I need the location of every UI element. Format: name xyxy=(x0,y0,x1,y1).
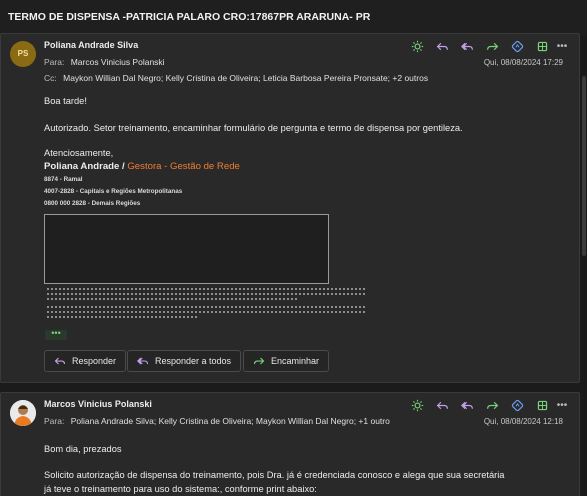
reply-icon xyxy=(54,357,66,365)
reply-icon[interactable] xyxy=(430,38,454,54)
disclaimer-text xyxy=(47,316,197,319)
signature-role: Gestora - Gestão de Rede xyxy=(127,161,240,172)
signature-line: Poliana Andrade / Gestora - Gestão de Re… xyxy=(44,161,240,172)
to-line: Para: Poliana Andrade Silva; Kelly Crist… xyxy=(44,416,390,426)
more-icon[interactable]: ••• xyxy=(555,38,569,54)
reply-all-icon[interactable] xyxy=(455,38,479,54)
disclaimer-text xyxy=(47,298,297,301)
apps-icon[interactable] xyxy=(530,38,554,54)
greeting-text: Boa tarde! xyxy=(44,96,87,106)
body-text: já teve o treinamento para uso do sistem… xyxy=(44,484,317,494)
sender-name[interactable]: Poliana Andrade Silva xyxy=(44,40,138,50)
summarize-icon[interactable] xyxy=(405,397,429,413)
to-label: Para: xyxy=(44,57,65,67)
summarize-icon[interactable] xyxy=(405,38,429,54)
closing-text: Atenciosamente, xyxy=(44,148,114,158)
greeting-text: Bom dia, prezados xyxy=(44,444,122,454)
show-more-button[interactable]: ••• xyxy=(45,329,67,340)
signature-image xyxy=(44,214,329,284)
reply-button[interactable]: Responder xyxy=(44,350,127,372)
message-date: Qui, 08/08/2024 17:29 xyxy=(483,58,563,67)
scrollbar[interactable] xyxy=(581,36,587,496)
message-item[interactable]: PS Poliana Andrade Silva ••• Para: Marco… xyxy=(0,33,580,383)
translate-icon[interactable] xyxy=(505,38,529,54)
disclaimer-text xyxy=(47,306,365,309)
disclaimer-text xyxy=(47,288,365,291)
message-subject-bar: TERMO DE DISPENSA -PATRICIA PALARO CRO:1… xyxy=(0,0,587,36)
signature-phone: 8874 - Ramal xyxy=(44,176,83,183)
avatar[interactable] xyxy=(10,400,36,426)
translate-icon[interactable] xyxy=(505,397,529,413)
forward-button[interactable]: Encaminhar xyxy=(243,350,330,372)
forward-icon[interactable] xyxy=(480,397,504,413)
reply-all-icon[interactable] xyxy=(455,397,479,413)
reply-label: Responder xyxy=(72,356,117,366)
reply-all-icon xyxy=(137,357,149,365)
reply-icon[interactable] xyxy=(430,397,454,413)
apps-icon[interactable] xyxy=(530,397,554,413)
forward-icon xyxy=(253,357,265,365)
cc-line: Cc: Maykon Willian Dal Negro; Kelly Cris… xyxy=(44,73,428,83)
signature-phone: 0800 000 2828 - Demais Regiões xyxy=(44,200,141,207)
body-text: Autorizado. Setor treinamento, encaminha… xyxy=(44,123,463,133)
scroll-thumb[interactable] xyxy=(582,76,586,256)
person-photo-icon xyxy=(10,400,36,426)
message-actions: ••• xyxy=(405,397,569,413)
more-icon[interactable]: ••• xyxy=(555,397,569,413)
subject-title: TERMO DE DISPENSA -PATRICIA PALARO CRO:1… xyxy=(8,11,371,23)
cc-label: Cc: xyxy=(44,73,57,83)
reply-all-button[interactable]: Responder a todos xyxy=(127,350,242,372)
cc-recipients[interactable]: Maykon Willian Dal Negro; Kelly Cristina… xyxy=(63,73,428,83)
message-item[interactable]: Marcos Vinicius Polanski ••• Para: Polia… xyxy=(0,392,580,496)
forward-label: Encaminhar xyxy=(271,356,320,366)
message-date: Qui, 08/08/2024 12:18 xyxy=(483,417,563,426)
disclaimer-text xyxy=(47,293,365,296)
reply-all-label: Responder a todos xyxy=(155,356,232,366)
to-label: Para: xyxy=(44,416,65,426)
forward-icon[interactable] xyxy=(480,38,504,54)
avatar[interactable]: PS xyxy=(10,41,36,67)
to-line: Para: Marcos Vinicius Polanski xyxy=(44,57,165,67)
to-recipients[interactable]: Poliana Andrade Silva; Kelly Cristina de… xyxy=(71,416,390,426)
signature-name: Poliana Andrade / xyxy=(44,161,128,172)
to-recipients[interactable]: Marcos Vinicius Polanski xyxy=(71,57,165,67)
signature-phone: 4007-2828 - Capitais e Regiões Metropoli… xyxy=(44,188,183,195)
body-text: Solicito autorização de dispensa do trei… xyxy=(44,470,505,480)
disclaimer-text xyxy=(47,311,365,314)
message-actions: ••• xyxy=(405,38,569,54)
sender-name[interactable]: Marcos Vinicius Polanski xyxy=(44,399,152,409)
